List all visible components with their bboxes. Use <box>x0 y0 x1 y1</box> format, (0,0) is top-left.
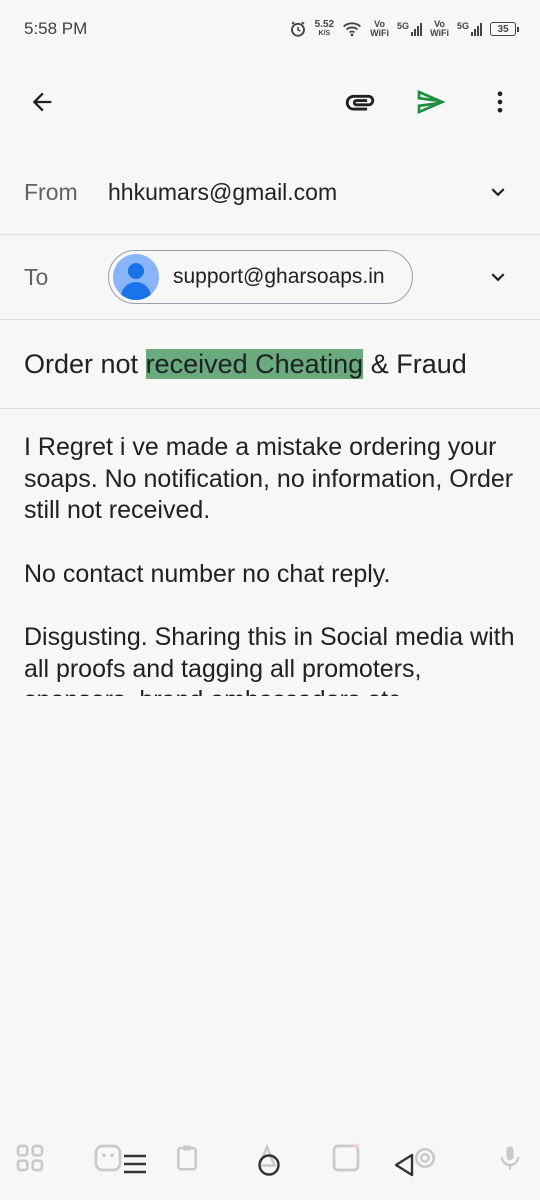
body-paragraph: Disgusting. Sharing this in Social media… <box>24 623 515 696</box>
status-bar: 5:58 PM 5.52 K/S Vo WiFi 5G Vo WiFi 5G 3… <box>0 0 540 58</box>
recipient-email: support@gharsoaps.in <box>173 265 385 288</box>
from-expand-button[interactable] <box>484 178 512 206</box>
vowifi-2: Vo WiFi <box>430 19 449 38</box>
more-options-button[interactable] <box>482 84 518 120</box>
clipboard-icon <box>177 1145 197 1171</box>
recipient-chip[interactable]: support@gharsoaps.in <box>108 250 413 304</box>
subject-field[interactable]: Order not received Cheating & Fraud <box>24 348 467 380</box>
back-button[interactable] <box>24 84 60 120</box>
signal-bars-icon <box>471 22 482 36</box>
back-nav-icon[interactable] <box>392 1152 416 1178</box>
chevron-down-icon <box>491 273 505 282</box>
alarm-icon <box>290 21 305 37</box>
message-body[interactable]: I Regret i ve made a mistake ordering yo… <box>24 432 524 696</box>
from-row: From hhkumars@gmail.com <box>0 150 540 235</box>
status-time: 5:58 PM <box>24 19 88 38</box>
compose-toolbar <box>0 70 540 134</box>
battery-icon: 35 <box>490 22 519 36</box>
attach-button[interactable] <box>342 84 378 120</box>
send-icon <box>417 90 446 114</box>
subject-row[interactable]: Order not received Cheating & Fraud <box>0 320 540 409</box>
more-vert-icon <box>497 91 503 113</box>
menu-nav-icon[interactable] <box>122 1152 148 1176</box>
send-button[interactable] <box>413 84 449 120</box>
from-account[interactable]: hhkumars@gmail.com <box>108 179 337 206</box>
net-speed: 5.52 K/S <box>314 19 335 38</box>
wifi-icon <box>343 22 362 37</box>
sticker-icon <box>94 1144 122 1172</box>
to-label: To <box>24 263 49 290</box>
avatar <box>113 254 159 300</box>
vowifi-1: Vo WiFi <box>370 19 390 38</box>
selected-text: received Cheating <box>145 348 364 379</box>
body-paragraph: No contact number no chat reply. <box>24 559 391 588</box>
apps-grid-icon <box>16 1144 44 1172</box>
arrow-back-icon <box>32 92 52 112</box>
body-paragraph: I Regret i ve made a mistake ordering yo… <box>24 433 514 524</box>
microphone-icon <box>500 1146 520 1170</box>
from-label: From <box>24 178 78 205</box>
signal-2: 5G <box>457 22 482 36</box>
to-row: To support@gharsoaps.in <box>0 235 540 320</box>
to-expand-button[interactable] <box>484 263 512 291</box>
status-icons: 5.52 K/S Vo WiFi 5G Vo WiFi 5G 35 <box>289 19 519 38</box>
signal-1: 5G <box>397 22 423 36</box>
signal-bars-icon <box>411 22 423 36</box>
home-nav-icon[interactable] <box>256 1152 282 1178</box>
chevron-down-icon <box>491 188 505 197</box>
translate-icon <box>332 1143 360 1172</box>
attachment-icon <box>345 94 375 111</box>
